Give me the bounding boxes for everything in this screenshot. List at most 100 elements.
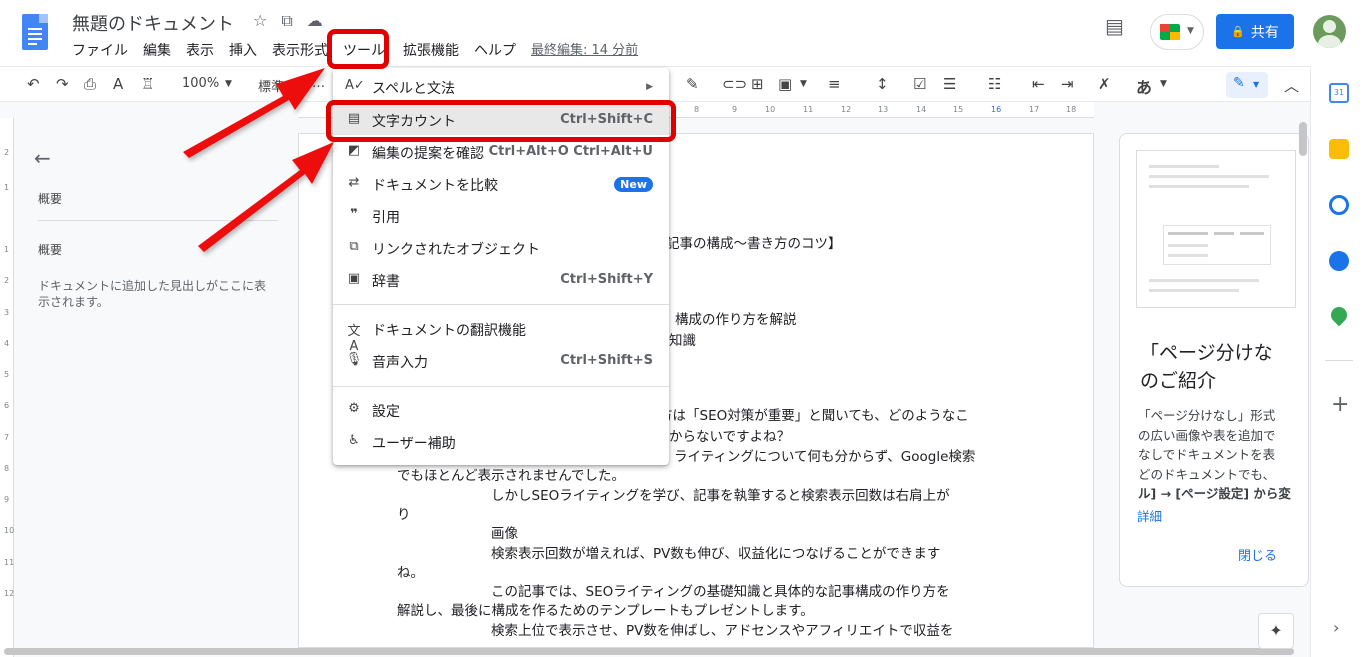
menu-item-accessibility[interactable]: ♿ ユーザー補助	[333, 427, 669, 457]
document-title[interactable]: 無題のドキュメント	[72, 10, 234, 36]
doc-line: グ、構成の作り方を解説	[649, 312, 797, 328]
promo-close-button[interactable]: 閉じる	[1238, 545, 1277, 564]
editing-mode-button[interactable]: ✎ ▼	[1226, 72, 1268, 98]
menu-edit[interactable]: 編集	[143, 40, 171, 60]
doc-line: 知識	[669, 333, 696, 349]
microphone-icon: 🎙	[345, 352, 363, 367]
chevron-down-icon: ▼	[1160, 79, 1167, 89]
undo-icon[interactable]: ↶	[27, 75, 40, 93]
citation-icon: ❞	[350, 207, 358, 222]
menu-item-linked-objects[interactable]: ⧉ リンクされたオブジェクト	[333, 233, 669, 263]
vertical-scrollbar[interactable]	[1296, 118, 1310, 648]
side-panel-rail: 31 + ›	[1310, 66, 1366, 657]
link-icon[interactable]: ⊂⊃	[722, 75, 747, 93]
cloud-status-icon[interactable]: ☁	[307, 11, 323, 31]
paint-format-icon[interactable]: ♖	[141, 75, 154, 93]
chevron-down-icon: ▼	[800, 79, 807, 89]
last-edit-link[interactable]: 最終編集: 14 分前	[531, 39, 638, 58]
menu-item-preferences[interactable]: ⚙ 設定	[333, 395, 669, 425]
style-select[interactable]: 標準	[258, 76, 284, 95]
share-button[interactable]: 🔒 共有	[1216, 14, 1294, 49]
expand-panel-icon[interactable]: ›	[1333, 618, 1339, 637]
divider	[38, 220, 278, 221]
compare-icon: ⇄	[348, 175, 360, 190]
outline-section-heading: 概要	[38, 243, 63, 257]
doc-line: り	[397, 507, 411, 523]
zoom-select[interactable]: 100%	[182, 76, 219, 91]
doc-line: でもほとんど表示されませんでした。	[397, 468, 626, 484]
doc-line: 検索表示回数が増えれば、PV数も伸び、収益化につなげることができます	[491, 546, 941, 562]
explore-icon[interactable]: ✦	[1258, 613, 1294, 649]
pencil-icon: ✎	[1233, 75, 1245, 91]
docs-logo-icon[interactable]	[22, 14, 48, 50]
keep-icon[interactable]	[1329, 139, 1349, 159]
doc-line: 解説し、最後に構成を作るためのテンプレートもプレゼントします。	[397, 603, 814, 619]
bulleted-list-icon[interactable]: ☰	[943, 75, 956, 93]
settings-icon: ⚙	[348, 401, 360, 416]
new-badge: New	[614, 177, 653, 192]
vertical-ruler[interactable]: 2 1 1 2 3 4 5 6 7 8 9 10 11 12	[0, 118, 14, 657]
checklist-icon[interactable]: ☑	[913, 75, 926, 93]
hide-menus-icon[interactable]: ︿	[1284, 75, 1299, 96]
spellcheck-icon[interactable]: A	[113, 75, 123, 93]
menu-help[interactable]: ヘルプ	[474, 40, 516, 60]
comment-history-icon[interactable]: ▤	[1105, 14, 1124, 38]
top-bar: 無題のドキュメント ☆ ⧉ ☁ ファイル 編集 表示 挿入 表示形式 ツール 拡…	[0, 0, 1366, 66]
menu-view[interactable]: 表示	[186, 40, 214, 60]
add-addon-icon[interactable]: +	[1331, 392, 1349, 417]
doc-line: 検索上位で表示させ、PV数を伸ばし、アドセンスやアフィリエイトで収益を	[491, 623, 954, 639]
numbered-list-icon[interactable]: ☷	[988, 75, 1001, 93]
doc-line: この記事では、SEOライティングの基礎知識と具体的な記事構成の作り方を	[491, 584, 950, 600]
tasks-icon[interactable]	[1329, 195, 1349, 215]
spelling-icon: A✓	[345, 78, 365, 93]
divider	[333, 386, 669, 387]
menu-extensions[interactable]: 拡張機能	[403, 40, 459, 60]
menu-item-voice-typing[interactable]: 🎙 音声入力 Ctrl+Shift+S	[333, 346, 669, 376]
input-tools-button[interactable]: あ	[1136, 74, 1152, 98]
menu-item-spelling[interactable]: A✓ スペルと文法 ▶	[333, 72, 669, 102]
promo-title: 「ページ分けな のご紹介	[1140, 342, 1273, 392]
calendar-icon[interactable]: 31	[1329, 83, 1349, 103]
doc-line: 方は「SEO対策が重要」と聞いても、どのようなこ	[659, 408, 969, 424]
clear-formatting-icon[interactable]: ✗	[1098, 75, 1111, 93]
doc-line: ライティングについて何も分からず、Google検索	[674, 449, 976, 465]
add-comment-icon[interactable]: ⊞	[751, 75, 764, 93]
menu-bar: ファイル 編集 表示 挿入 表示形式 ツール 拡張機能 ヘルプ	[72, 40, 531, 60]
menu-file[interactable]: ファイル	[72, 40, 128, 60]
menu-format[interactable]: 表示形式	[272, 40, 328, 60]
menu-item-translate[interactable]: 文A ドキュメントの翻訳機能	[333, 314, 669, 354]
back-arrow-icon[interactable]: ←	[34, 146, 51, 170]
review-suggestions-icon: ◩	[347, 143, 361, 158]
accessibility-icon: ♿	[348, 433, 360, 448]
doc-line: 記事の構成～書き方のコツ】	[666, 236, 842, 252]
chevron-down-icon: ▼	[1187, 26, 1194, 36]
move-folder-icon[interactable]: ⧉	[281, 11, 292, 31]
outline-empty-message: ドキュメントに追加した見出しがここに表示されます。	[38, 279, 267, 309]
align-icon[interactable]: ≡	[828, 75, 841, 93]
line-spacing-icon[interactable]: ↕	[876, 75, 889, 93]
menu-item-citations[interactable]: ❞ 引用	[333, 201, 669, 231]
style-truncated: …	[312, 76, 325, 91]
decrease-indent-icon[interactable]: ⇤	[1032, 75, 1045, 93]
horizontal-scrollbar[interactable]	[0, 645, 1310, 657]
menu-item-dictionary[interactable]: ▣ 辞書 Ctrl+Shift+Y	[333, 265, 669, 295]
star-icon[interactable]: ☆	[253, 11, 267, 31]
promo-details-link[interactable]: 詳細	[1137, 506, 1162, 525]
menu-item-compare-documents[interactable]: ⇄ ドキュメントを比較 New	[333, 169, 669, 199]
redo-icon[interactable]: ↷	[56, 75, 69, 93]
insert-image-icon[interactable]: ▣	[778, 75, 792, 93]
chevron-down-icon: ▼	[1253, 80, 1260, 89]
tools-menu-highlight	[327, 29, 389, 69]
avatar[interactable]	[1313, 15, 1346, 48]
doc-line: ね。	[397, 565, 424, 581]
chevron-down-icon: ▼	[225, 79, 232, 89]
increase-indent-icon[interactable]: ⇥	[1061, 75, 1074, 93]
highlight-icon[interactable]: ✎	[686, 75, 699, 93]
word-count-highlight	[326, 100, 676, 142]
divider	[333, 304, 669, 305]
meet-button[interactable]: ▼	[1150, 14, 1204, 50]
contacts-icon[interactable]	[1329, 251, 1349, 271]
menu-insert[interactable]: 挿入	[229, 40, 257, 60]
maps-icon[interactable]	[1327, 303, 1351, 327]
print-icon[interactable]: ⎙	[84, 75, 96, 93]
